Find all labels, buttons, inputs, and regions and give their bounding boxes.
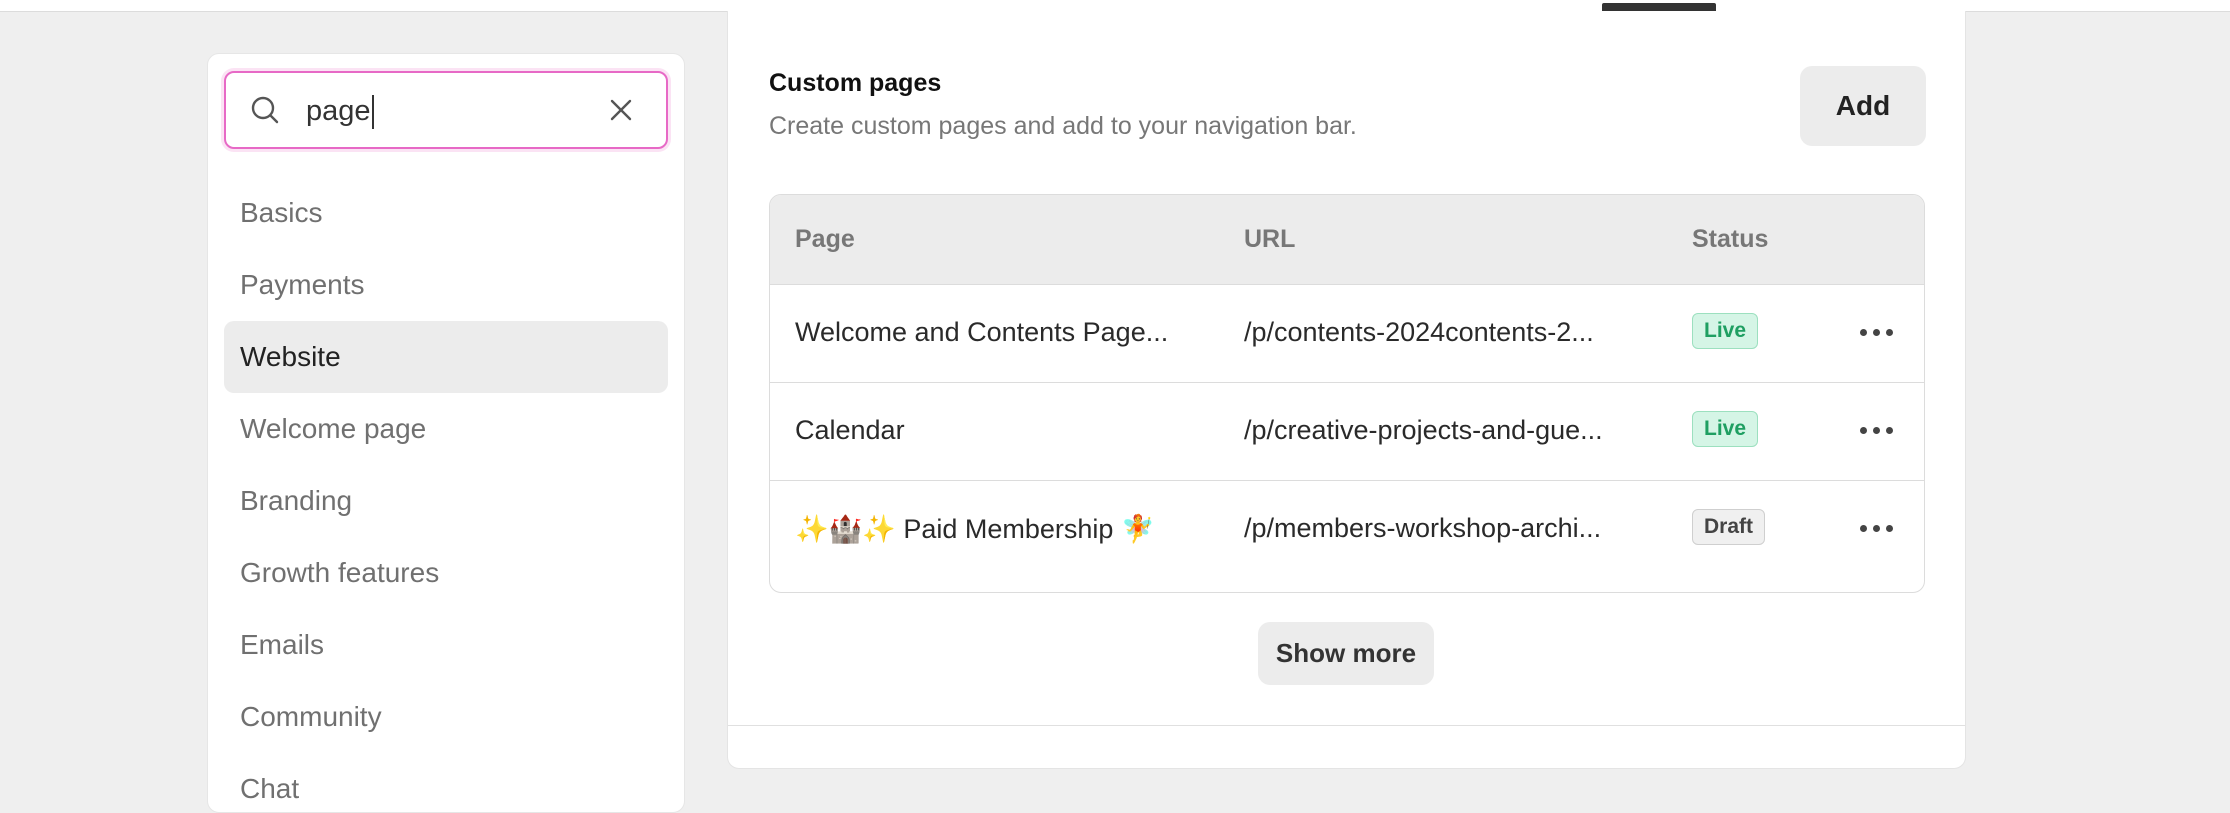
sidebar-item-website[interactable]: Website: [224, 321, 668, 393]
table-row[interactable]: Welcome and Contents Page... /p/contents…: [770, 285, 1924, 383]
text-caret: [371, 95, 374, 130]
settings-nav: Basics Payments Website Welcome page Bra…: [224, 177, 668, 812]
page-name: ✨🏰✨ Paid Membership 🧚: [795, 514, 1155, 544]
clear-search-icon[interactable]: [608, 97, 634, 123]
page-url: /p/creative-projects-and-gue...: [1244, 415, 1603, 445]
more-options-icon[interactable]: [1860, 517, 1894, 539]
table-header: Page URL Status: [770, 195, 1924, 285]
search-input[interactable]: page: [306, 91, 374, 131]
status-badge: Draft: [1692, 509, 1766, 545]
page-url: /p/members-workshop-archi...: [1244, 513, 1602, 543]
sidebar-item-basics[interactable]: Basics: [224, 177, 668, 249]
column-header-page: Page: [795, 225, 855, 253]
sidebar-item-growth-features[interactable]: Growth features: [224, 537, 668, 609]
custom-pages-table: Page URL Status Welcome and Contents Pag…: [769, 194, 1925, 593]
more-options-icon[interactable]: [1860, 419, 1894, 441]
sidebar-item-chat[interactable]: Chat: [224, 753, 668, 812]
custom-pages-panel: Custom pages Create custom pages and add…: [727, 11, 1966, 769]
status-badge: Live: [1692, 313, 1759, 349]
column-header-url: URL: [1244, 225, 1296, 253]
column-header-status: Status: [1692, 225, 1769, 253]
divider: [728, 725, 1965, 726]
page-name: Welcome and Contents Page...: [795, 317, 1169, 347]
active-tab-indicator: [1602, 3, 1716, 11]
search-icon: [251, 96, 279, 124]
sidebar-item-emails[interactable]: Emails: [224, 609, 668, 681]
search-field[interactable]: page: [224, 71, 668, 149]
settings-sidebar: page Basics Payments Website Welcome pag…: [207, 53, 685, 813]
more-options-icon[interactable]: [1860, 321, 1894, 343]
page-url: /p/contents-2024contents-2...: [1244, 317, 1594, 347]
section-title: Custom pages: [769, 69, 942, 97]
sidebar-item-branding[interactable]: Branding: [224, 465, 668, 537]
table-row[interactable]: Calendar /p/creative-projects-and-gue...…: [770, 383, 1924, 481]
sidebar-item-welcome-page[interactable]: Welcome page: [224, 393, 668, 465]
add-page-button[interactable]: Add: [1800, 66, 1926, 146]
sidebar-item-community[interactable]: Community: [224, 681, 668, 753]
status-badge: Live: [1692, 411, 1759, 447]
sidebar-item-payments[interactable]: Payments: [224, 249, 668, 321]
show-more-button[interactable]: Show more: [1258, 622, 1434, 685]
table-row[interactable]: ✨🏰✨ Paid Membership 🧚 /p/members-worksho…: [770, 481, 1924, 579]
page-name: Calendar: [795, 415, 905, 445]
section-subtitle: Create custom pages and add to your navi…: [769, 112, 1357, 140]
